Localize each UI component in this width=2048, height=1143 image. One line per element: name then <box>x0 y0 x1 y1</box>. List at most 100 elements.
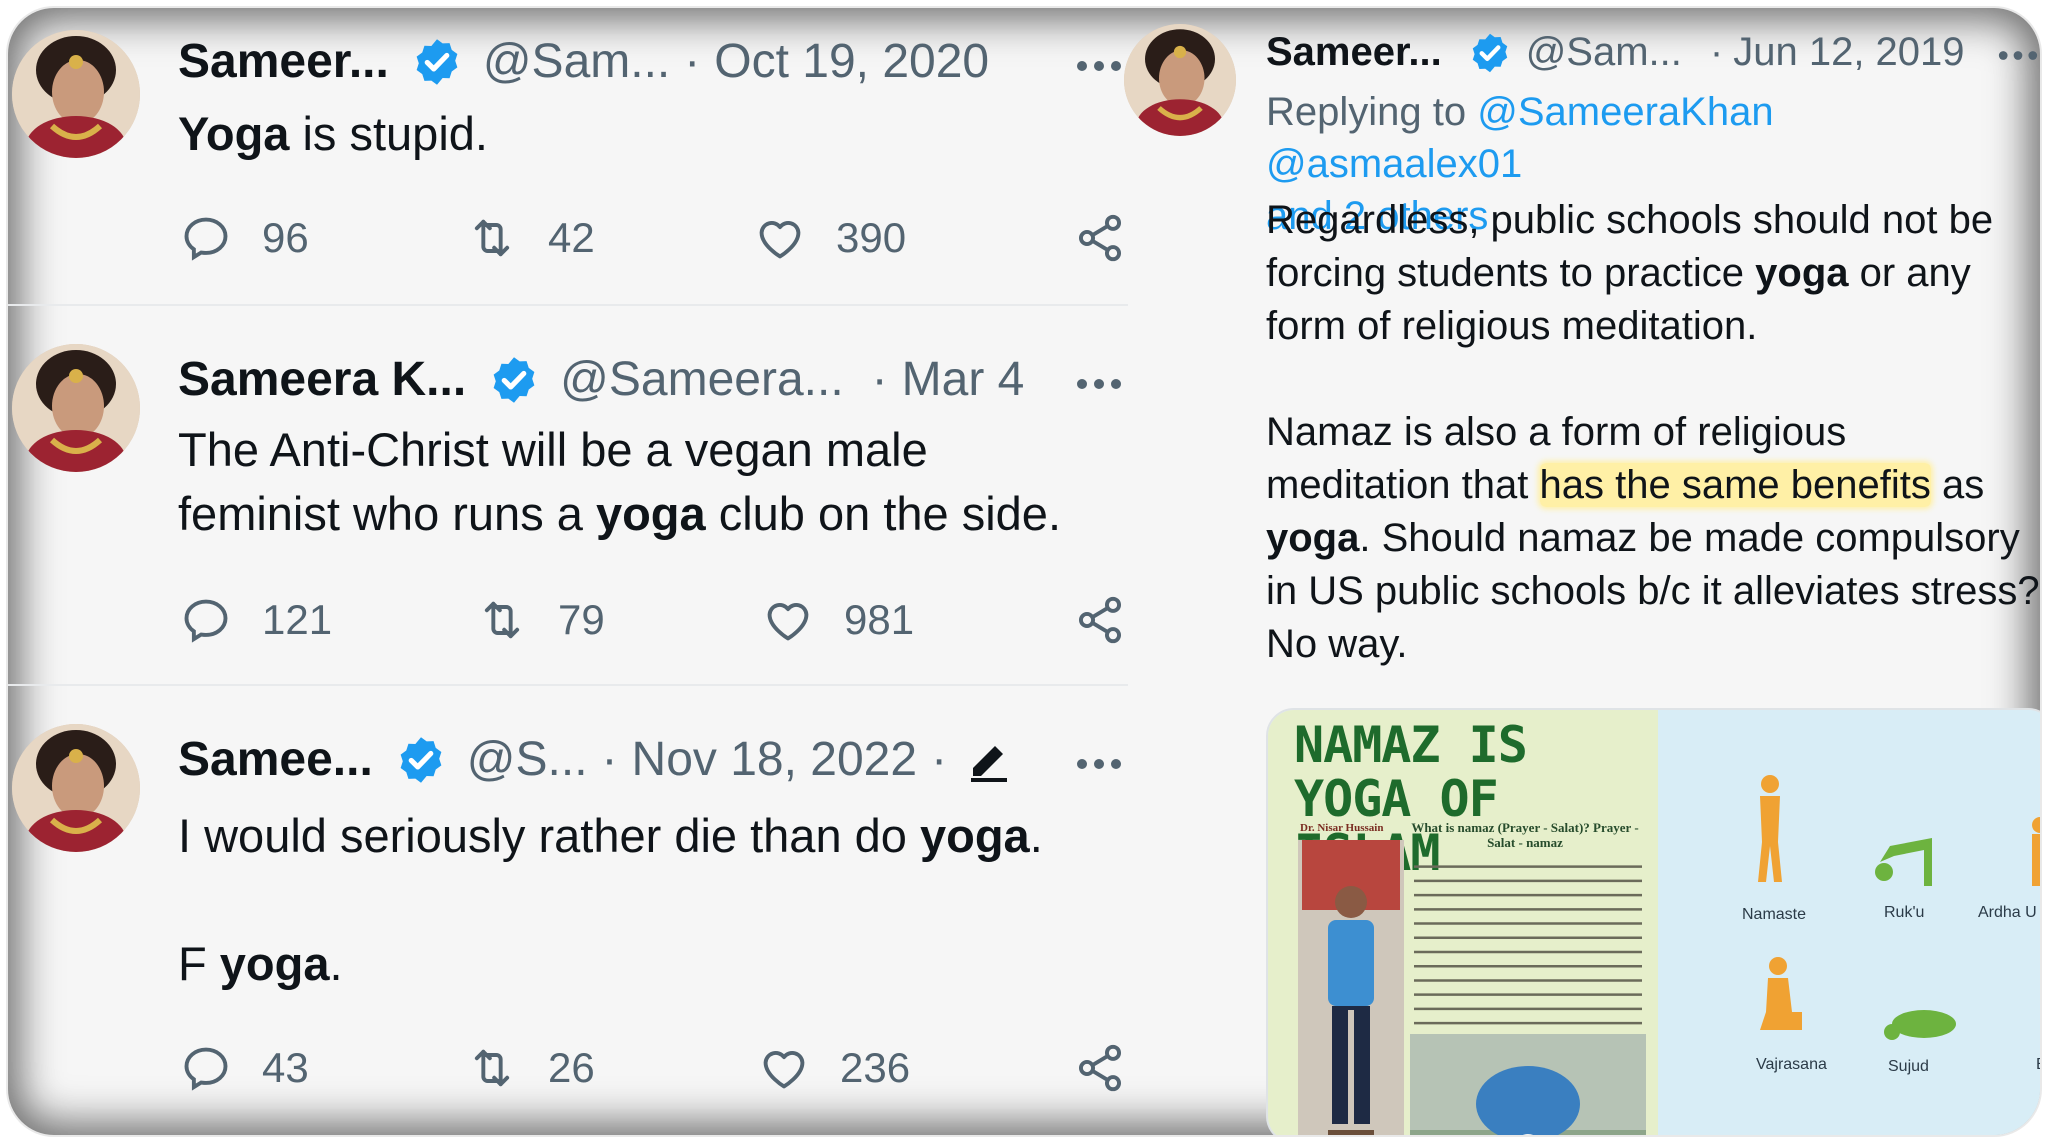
prostrating-man-photo <box>1410 1034 1646 1135</box>
share-icon[interactable] <box>1074 1042 1126 1094</box>
edit-icon[interactable] <box>965 736 1013 784</box>
author-name[interactable]: Sameer... <box>178 34 389 89</box>
separator-dot: · <box>684 35 701 88</box>
more-icon[interactable] <box>1076 60 1122 72</box>
text-segment: forcing students to practice <box>1266 251 1756 295</box>
text-line: The Anti-Christ will be a vegan male <box>178 423 928 476</box>
author-handle[interactable]: @S... <box>467 732 588 787</box>
reply-icon <box>184 217 228 261</box>
text-segment: . Should namaz be made compulsory <box>1359 516 2020 560</box>
author-handle[interactable]: @Sameera... <box>560 352 844 407</box>
like-icon <box>767 603 809 641</box>
tweet-text: I would seriously rather die than do yog… <box>178 804 1043 996</box>
text-segment: or any <box>1848 251 1971 295</box>
share-icon[interactable] <box>1074 212 1126 264</box>
action-bar: 43 26 236 <box>180 1040 1160 1096</box>
highlighted-text: has the same benefits <box>1539 463 1931 507</box>
text-segment: . <box>1029 809 1043 862</box>
tweet-date[interactable]: Nov 18, 2022 <box>632 732 918 787</box>
bold-word: yoga <box>1266 516 1360 560</box>
text-line: Regardless, public schools should not be <box>1266 198 1994 242</box>
tweet-text: Regardless, public schools should not be… <box>1266 194 2040 671</box>
text-segment: . <box>329 937 343 990</box>
text-segment: club on the side. <box>705 487 1062 540</box>
retweet-icon <box>474 219 510 257</box>
avatar[interactable] <box>1124 24 1236 136</box>
divider <box>8 304 1128 306</box>
retweet-count: 79 <box>558 596 605 643</box>
tweet-date[interactable]: Jun 12, 2019 <box>1733 30 1964 75</box>
retweet-button[interactable]: 26 <box>466 1040 595 1096</box>
reply-button[interactable]: 96 <box>180 210 309 266</box>
pose-figure <box>1884 1010 1956 1040</box>
text-line: No way. <box>1266 622 1408 666</box>
author-name[interactable]: Sameera K... <box>178 352 466 407</box>
pose-label: Sujud <box>1888 1058 1929 1075</box>
tweet-text: The Anti-Christ will be a vegan male fem… <box>178 418 1061 546</box>
like-button[interactable]: 236 <box>758 1040 910 1096</box>
reply-count: 96 <box>262 214 309 261</box>
retweet-icon <box>484 601 520 639</box>
more-icon[interactable] <box>1076 378 1122 390</box>
text-segment: is stupid. <box>289 107 488 160</box>
pose-figure <box>1758 775 1782 882</box>
bold-word: Yoga <box>178 107 290 160</box>
retweet-button[interactable]: 79 <box>476 592 605 648</box>
reply-icon <box>184 599 228 643</box>
author-handle[interactable]: @Sam... <box>483 34 670 89</box>
pose-figure <box>2032 817 2040 886</box>
separator-dot: · <box>871 353 888 406</box>
pose-label: Vajrasana <box>1756 1056 1827 1073</box>
mention-link[interactable]: @asmaalex01 <box>1266 142 1522 186</box>
avatar[interactable] <box>12 724 140 852</box>
verified-badge-icon <box>1468 31 1512 75</box>
pose-label: Ruk'u <box>1884 904 1925 921</box>
like-button[interactable]: 390 <box>754 210 906 266</box>
author-name[interactable]: Samee... <box>178 732 373 787</box>
text-segment: as <box>1930 463 1985 507</box>
retweet-icon <box>474 1049 510 1087</box>
like-button[interactable]: 981 <box>762 592 914 648</box>
mention-link[interactable]: @SameeraKhan <box>1477 90 1773 134</box>
verified-badge-icon <box>395 734 447 786</box>
author-name[interactable]: Sameer... <box>1266 30 1442 75</box>
like-count: 981 <box>844 596 915 643</box>
text-segment: F <box>178 937 220 990</box>
avatar[interactable] <box>12 344 140 472</box>
like-icon <box>759 221 801 259</box>
text-segment: meditation that <box>1266 463 1540 507</box>
pose-figure <box>1875 838 1932 886</box>
magazine-title-line: NAMAZ IS <box>1294 716 1528 774</box>
retweet-count: 26 <box>548 1044 595 1091</box>
bold-word: yoga <box>919 809 1030 862</box>
verified-badge-icon <box>488 354 540 406</box>
magazine-author: Dr. Nisar Hussain <box>1300 822 1384 834</box>
text-line: in US public schools b/c it alleviates s… <box>1266 569 2040 613</box>
bold-word: yoga <box>1755 251 1849 295</box>
author-handle[interactable]: @Sam... <box>1526 30 1682 75</box>
text-segment: I would seriously rather die than do <box>178 809 920 862</box>
reply-button[interactable]: 121 <box>180 592 332 648</box>
like-icon <box>763 1051 805 1089</box>
pose-label: Ba <box>2036 1056 2040 1074</box>
tweet-media[interactable]: NAMAZ IS YOGA OF ISLAM Dr. Nisar Hussain… <box>1266 708 2040 1135</box>
share-icon[interactable] <box>1074 594 1126 646</box>
divider <box>8 684 1128 686</box>
bold-word: yoga <box>219 937 330 990</box>
magazine-image: NAMAZ IS YOGA OF ISLAM Dr. Nisar Hussain… <box>1268 710 1658 1135</box>
bold-word: yoga <box>595 487 706 540</box>
retweet-button[interactable]: 42 <box>466 210 595 266</box>
tweet-text: Yoga is stupid. <box>178 102 488 166</box>
tweet-date[interactable]: Mar 4 <box>902 352 1025 407</box>
avatar[interactable] <box>12 30 140 158</box>
text-line: I would seriously rather die than do yog… <box>178 804 1043 868</box>
reply-button[interactable]: 43 <box>180 1040 309 1096</box>
more-icon[interactable] <box>1076 758 1122 770</box>
pose-label: Ardha U <box>1978 904 2037 921</box>
separator-dot: · <box>1709 30 1724 74</box>
more-icon[interactable] <box>1998 50 2038 61</box>
tweet-date[interactable]: Oct 19, 2020 <box>714 34 989 89</box>
text-line: yoga. Should namaz be made compulsory <box>1266 512 2040 565</box>
pose-figure <box>1760 957 1802 1030</box>
